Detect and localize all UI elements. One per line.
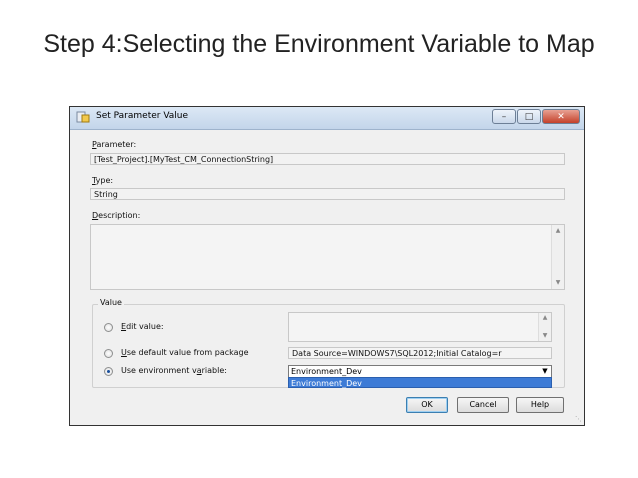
- set-parameter-value-dialog: Set Parameter Value – □ ✕ Parameter: [Te…: [69, 106, 585, 426]
- dropdown-option-environment-dev[interactable]: Environment_Dev: [288, 377, 552, 388]
- type-label: Type:: [92, 176, 114, 185]
- description-label: Description:: [92, 211, 141, 220]
- minimize-icon: –: [501, 111, 507, 122]
- description-textarea[interactable]: ▲ ▼: [90, 224, 565, 290]
- dialog-title: Set Parameter Value: [96, 111, 189, 121]
- description-scrollbar[interactable]: ▲ ▼: [551, 225, 564, 289]
- chevron-down-icon[interactable]: ▼: [540, 366, 550, 377]
- edit-value-scrollbar[interactable]: ▲ ▼: [538, 313, 551, 341]
- value-group-label: Value: [98, 298, 124, 307]
- edit-value-input[interactable]: ▲ ▼: [288, 312, 552, 342]
- resize-grip-icon[interactable]: ⋱: [575, 415, 582, 423]
- use-default-label: Use default value from package: [121, 348, 249, 357]
- use-default-radio[interactable]: [104, 349, 113, 358]
- cancel-button[interactable]: Cancel: [457, 397, 509, 413]
- edit-value-radio[interactable]: [104, 323, 113, 332]
- use-environment-variable-label: Use environment variable:: [121, 366, 227, 375]
- app-icon: [76, 111, 90, 123]
- maximize-button[interactable]: □: [517, 109, 541, 124]
- slide-title: Step 4:Selecting the Environment Variabl…: [43, 30, 595, 58]
- ok-button[interactable]: OK: [406, 397, 448, 413]
- parameter-label: Parameter:: [92, 140, 137, 149]
- parameter-field[interactable]: [Test_Project].[MyTest_CM_ConnectionStri…: [90, 153, 565, 165]
- default-value-field[interactable]: Data Source=WINDOWS7\SQL2012;Initial Cat…: [288, 347, 552, 359]
- edit-scroll-down-icon[interactable]: ▼: [539, 332, 551, 340]
- close-icon: ✕: [557, 111, 565, 122]
- environment-variable-selected: Environment_Dev: [291, 367, 362, 376]
- minimize-button[interactable]: –: [492, 109, 516, 124]
- type-field[interactable]: String: [90, 188, 565, 200]
- scroll-up-icon[interactable]: ▲: [552, 227, 564, 235]
- edit-scroll-up-icon[interactable]: ▲: [539, 314, 551, 322]
- dialog-titlebar[interactable]: Set Parameter Value – □ ✕: [70, 107, 584, 130]
- maximize-icon: □: [524, 111, 534, 122]
- help-button[interactable]: Help: [516, 397, 564, 413]
- close-button[interactable]: ✕: [542, 109, 580, 124]
- use-environment-variable-radio[interactable]: [104, 367, 113, 376]
- scroll-down-icon[interactable]: ▼: [552, 279, 564, 287]
- edit-value-label: Edit value:: [121, 322, 164, 331]
